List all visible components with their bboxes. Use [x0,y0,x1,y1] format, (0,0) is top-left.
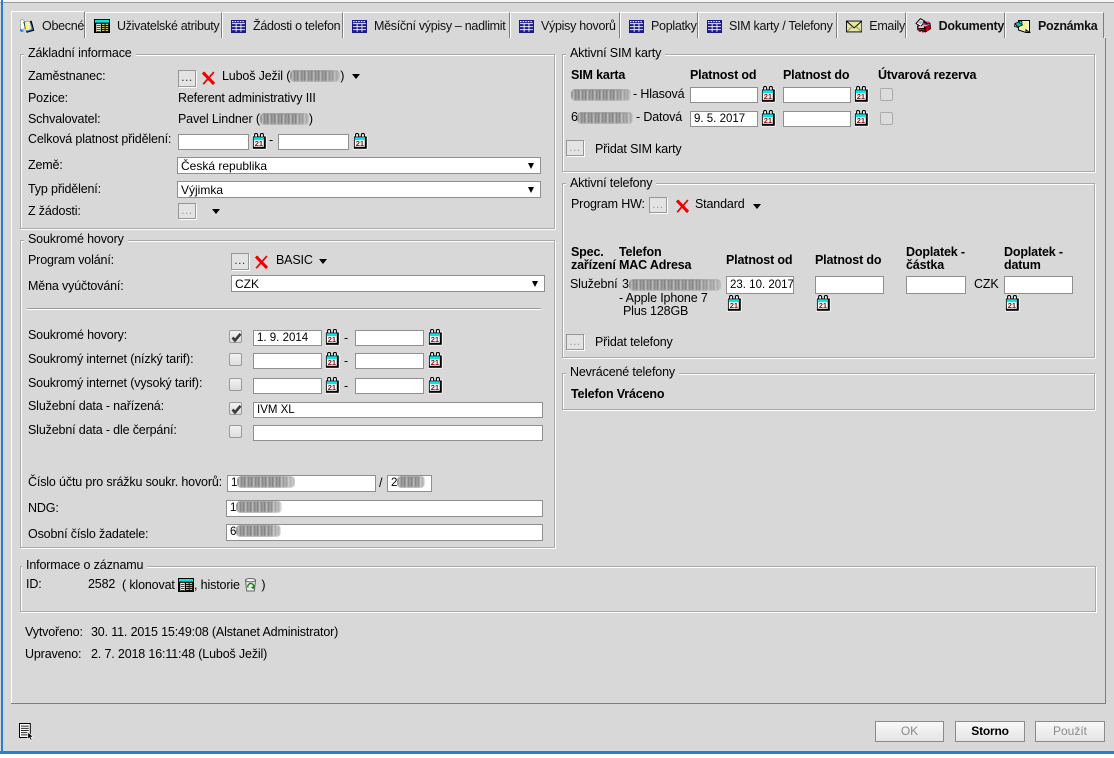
svg-text:21: 21 [857,116,865,125]
svg-text:21: 21 [1008,301,1016,310]
svg-text:21: 21 [328,335,336,344]
svg-text:21: 21 [764,116,772,125]
svg-text:21: 21 [431,335,439,344]
svg-text:21: 21 [431,358,439,367]
svg-text:21: 21 [819,301,827,310]
svg-text:21: 21 [255,139,263,148]
svg-text:21: 21 [356,139,364,148]
svg-text:21: 21 [730,301,738,310]
svg-text:21: 21 [328,358,336,367]
svg-text:21: 21 [431,383,439,392]
svg-text:21: 21 [328,383,336,392]
svg-text:21: 21 [857,92,865,101]
svg-text:21: 21 [764,92,772,101]
